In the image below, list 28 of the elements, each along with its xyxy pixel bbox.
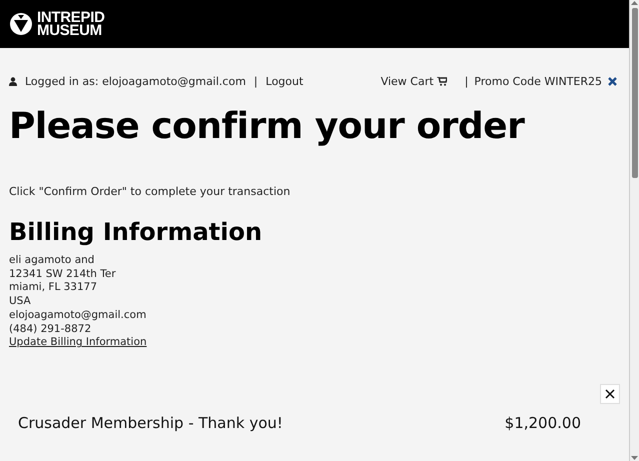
logout-link[interactable]: Logout — [266, 74, 304, 88]
close-button[interactable] — [600, 384, 620, 404]
page-title: Please confirm your order — [9, 105, 526, 149]
instruction-text: Click "Confirm Order" to complete your transaction — [9, 185, 292, 198]
update-billing-link[interactable]: Update Billing Information — [9, 336, 147, 350]
billing-line: USA — [9, 295, 31, 309]
billing-line: miami, FL 33177 — [9, 281, 98, 296]
remove-promo-icon[interactable] — [608, 76, 617, 86]
cart-icon — [436, 76, 447, 86]
scrollbar[interactable] — [629, 0, 639, 461]
billing-line: (484) 291-8872 — [9, 322, 92, 336]
scroll-up-icon[interactable] — [631, 0, 638, 6]
separator: | — [254, 74, 258, 88]
logged-in-label: Logged in as: elojoagamoto@gmail.com — [25, 74, 246, 88]
museum-logo-text: INTREPID MUSEUM — [37, 11, 105, 37]
close-icon — [605, 388, 615, 399]
billing-line: elojoagamoto@gmail.com — [9, 308, 146, 323]
billing-line: 12341 SW 214th Ter — [9, 268, 116, 282]
shield-logo-icon — [9, 12, 33, 36]
item-name: Crusader Membership - Thank you! — [18, 414, 283, 432]
promo-code-label: Promo Code WINTER25 — [474, 74, 602, 88]
user-icon — [9, 76, 17, 86]
item-price: $1,200.00 — [504, 414, 581, 432]
scroll-down-icon[interactable] — [631, 455, 638, 461]
billing-line: eli agamoto and — [9, 254, 94, 268]
separator: | — [464, 74, 468, 88]
section-heading: Billing Information — [9, 218, 264, 246]
view-cart-link[interactable]: View Cart — [380, 74, 434, 88]
